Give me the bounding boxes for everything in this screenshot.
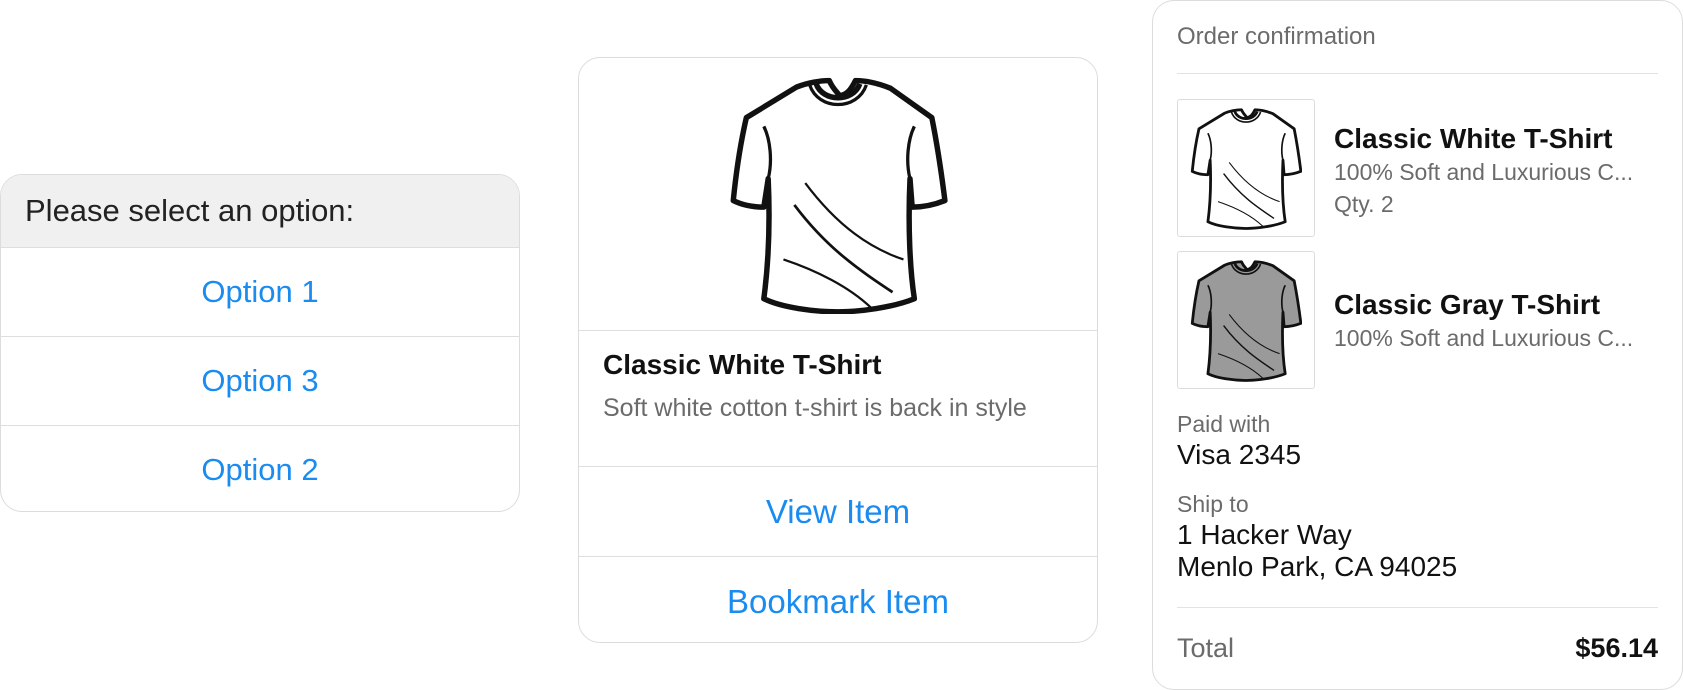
option-button-1[interactable]: Option 1	[1, 247, 519, 336]
total-label: Total	[1177, 633, 1235, 663]
product-description: Soft white cotton t-shirt is back in sty…	[603, 394, 1027, 422]
paid-with-label: Paid with	[1177, 411, 1271, 437]
product-image	[579, 58, 1097, 330]
tshirt-white-icon	[723, 74, 953, 314]
ship-to-label: Ship to	[1177, 491, 1249, 517]
ship-to-line2: Menlo Park, CA 94025	[1177, 551, 1458, 582]
item-name: Classic Gray T-Shirt	[1334, 289, 1601, 320]
total-value: $56.14	[1575, 633, 1658, 663]
tshirt-white-icon	[1190, 106, 1302, 230]
ship-to-line1: 1 Hacker Way	[1177, 519, 1352, 550]
item-thumbnail	[1177, 99, 1315, 237]
order-item[interactable]: Classic White T-Shirt 100% Soft and Luxu…	[1177, 99, 1662, 239]
item-quantity: Qty. 2	[1334, 191, 1394, 217]
options-prompt: Please select an option:	[1, 175, 519, 247]
product-title: Classic White T-Shirt	[603, 349, 882, 380]
item-subtitle: 100% Soft and Luxurious C...	[1334, 159, 1634, 185]
option-button-3[interactable]: Option 3	[1, 336, 519, 425]
item-thumbnail	[1177, 251, 1315, 389]
order-item[interactable]: Classic Gray T-Shirt 100% Soft and Luxur…	[1177, 251, 1662, 391]
order-confirmation-card: Order confirmation Classic White T-Shirt…	[1152, 0, 1683, 690]
bookmark-item-button[interactable]: Bookmark Item	[579, 556, 1097, 642]
order-heading: Order confirmation	[1177, 23, 1376, 50]
product-info: Classic White T-Shirt Soft white cotton …	[579, 330, 1097, 466]
payment-method: Visa 2345	[1177, 439, 1302, 470]
product-card: Classic White T-Shirt Soft white cotton …	[578, 57, 1098, 643]
item-name: Classic White T-Shirt	[1334, 123, 1613, 154]
divider	[1177, 607, 1658, 608]
view-item-button[interactable]: View Item	[579, 466, 1097, 556]
divider	[1177, 73, 1658, 74]
item-subtitle: 100% Soft and Luxurious C...	[1334, 325, 1634, 351]
options-card: Please select an option: Option 1 Option…	[0, 174, 520, 512]
option-button-2[interactable]: Option 2	[1, 425, 519, 511]
tshirt-gray-icon	[1190, 258, 1302, 382]
